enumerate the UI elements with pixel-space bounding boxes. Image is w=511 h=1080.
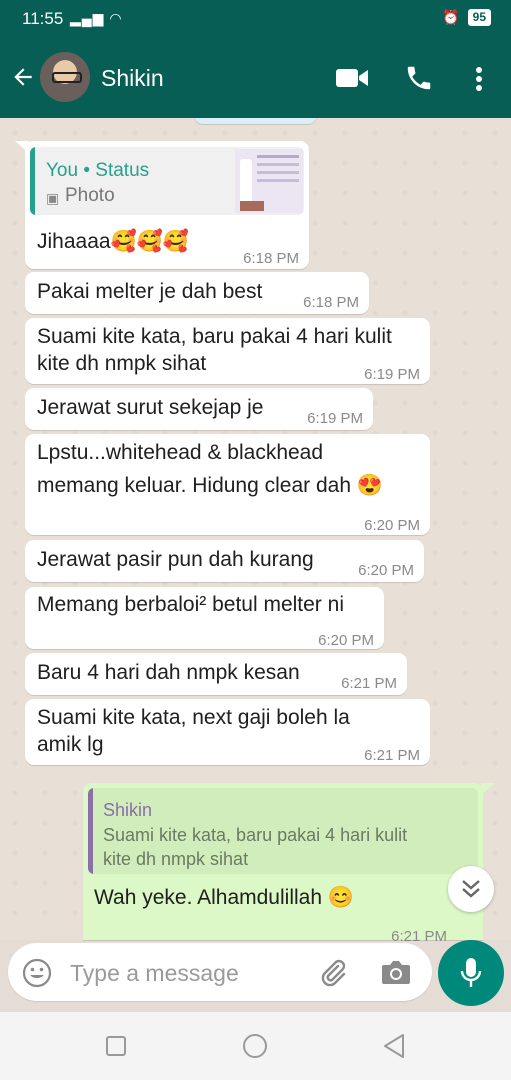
message-bubble-incoming[interactable]: Suami kite kata, next gaji boleh la amik… (25, 699, 430, 765)
message-time: 6:20 PM (358, 562, 414, 579)
message-text: Pakai melter je dah best (37, 280, 263, 303)
quote-subtitle: Photo (65, 185, 115, 206)
message-text-line: Suami kite kata, next gaji boleh la (37, 706, 350, 729)
status-right: ⏰ 95 (442, 9, 491, 26)
back-arrow-icon[interactable] (10, 64, 36, 90)
more-options-icon[interactable] (470, 64, 488, 94)
message-time: 6:19 PM (364, 366, 420, 383)
message-bubble-incoming[interactable]: Jerawat surut sekejap je 6:19 PM (25, 388, 373, 430)
quoted-message[interactable]: Shikin Suami kite kata, baru pakai 4 har… (88, 788, 478, 874)
message-time: 6:21 PM (341, 675, 397, 692)
message-time: 6:20 PM (318, 632, 374, 649)
status-time: 11:55 (22, 9, 64, 28)
message-bubble-incoming[interactable]: Pakai melter je dah best 6:18 PM (25, 272, 369, 314)
quote-bar (88, 788, 93, 874)
message-text-line: Lpstu...whitehead & blackhead (37, 441, 324, 464)
home-icon[interactable] (242, 1033, 268, 1059)
message-bubble-incoming[interactable]: Jerawat pasir pun dah kurang 6:20 PM (25, 540, 424, 582)
quoted-status[interactable]: You • Status ▣ Photo (30, 147, 304, 215)
voice-message-button[interactable] (438, 940, 504, 1006)
message-text: Jerawat pasir pun dah kurang (37, 548, 314, 571)
message-time: 6:19 PM (307, 410, 363, 427)
quote-text-line: kite dh nmpk sihat (103, 849, 249, 869)
message-text: Jihaaaa🥰🥰🥰 (37, 230, 190, 253)
battery-indicator: 95 (467, 9, 491, 26)
message-text: Baru 4 hari dah nmpk kesan (37, 661, 300, 684)
video-call-icon[interactable] (335, 66, 369, 90)
message-text-line: memang keluar. Hidung clear dah 😍 (37, 474, 383, 497)
message-text: Jerawat surut sekejap je (37, 396, 264, 419)
quote-title: You • Status (46, 160, 150, 181)
message-time: 6:18 PM (243, 250, 299, 267)
system-navigation-bar (0, 1012, 511, 1080)
message-text: Wah yeke. Alhamdulillah 😊 (94, 886, 354, 909)
microphone-icon (460, 958, 482, 987)
scroll-to-bottom-button[interactable] (448, 866, 494, 912)
message-text-line: amik lg (37, 733, 104, 756)
camera-icon[interactable] (380, 958, 412, 986)
contact-name[interactable]: Shikin (101, 65, 164, 92)
photo-icon: ▣ (46, 190, 60, 206)
voice-call-icon[interactable] (404, 63, 434, 93)
message-bubble-incoming[interactable]: You • Status ▣ Photo Jihaaaa🥰🥰🥰 6:18 PM (25, 141, 309, 269)
quote-bar (30, 147, 35, 215)
recent-apps-icon[interactable] (105, 1035, 127, 1057)
message-text-line: Suami kite kata, baru pakai 4 hari kulit (37, 325, 392, 348)
message-time: 6:21 PM (364, 747, 420, 764)
message-text-line: kite dh nmpk sihat (37, 352, 207, 375)
message-input[interactable] (68, 953, 302, 993)
quote-author: Shikin (103, 800, 153, 820)
message-bubble-incoming[interactable]: Suami kite kata, baru pakai 4 hari kulit… (25, 318, 430, 384)
alarm-icon: ⏰ (442, 9, 460, 25)
double-chevron-down-icon (462, 880, 480, 898)
date-chip (194, 118, 317, 124)
message-bubble-outgoing[interactable]: Shikin Suami kite kata, baru pakai 4 har… (83, 783, 483, 945)
message-text: Memang berbaloi² betul melter ni (37, 593, 344, 616)
chat-header: Shikin (0, 38, 511, 118)
message-composer (8, 943, 432, 1001)
status-thumbnail (235, 149, 303, 213)
message-bubble-incoming[interactable]: Lpstu...whitehead & blackhead memang kel… (25, 434, 430, 535)
attach-paperclip-icon[interactable] (318, 957, 348, 989)
emoji-icon[interactable] (22, 958, 52, 988)
status-bar: 11:55 ▂▄▆ ◠ ⏰ 95 (0, 0, 511, 38)
contact-avatar[interactable] (40, 52, 90, 102)
message-bubble-incoming[interactable]: Baru 4 hari dah nmpk kesan 6:21 PM (25, 653, 407, 695)
signal-icon: ▂▄▆ ◠ (70, 10, 123, 26)
back-triangle-icon[interactable] (382, 1033, 406, 1059)
message-bubble-incoming[interactable]: Memang berbaloi² betul melter ni 6:20 PM (25, 587, 384, 649)
message-time: 6:20 PM (364, 517, 420, 534)
bubble-tail (481, 783, 495, 795)
message-time: 6:18 PM (303, 294, 359, 311)
